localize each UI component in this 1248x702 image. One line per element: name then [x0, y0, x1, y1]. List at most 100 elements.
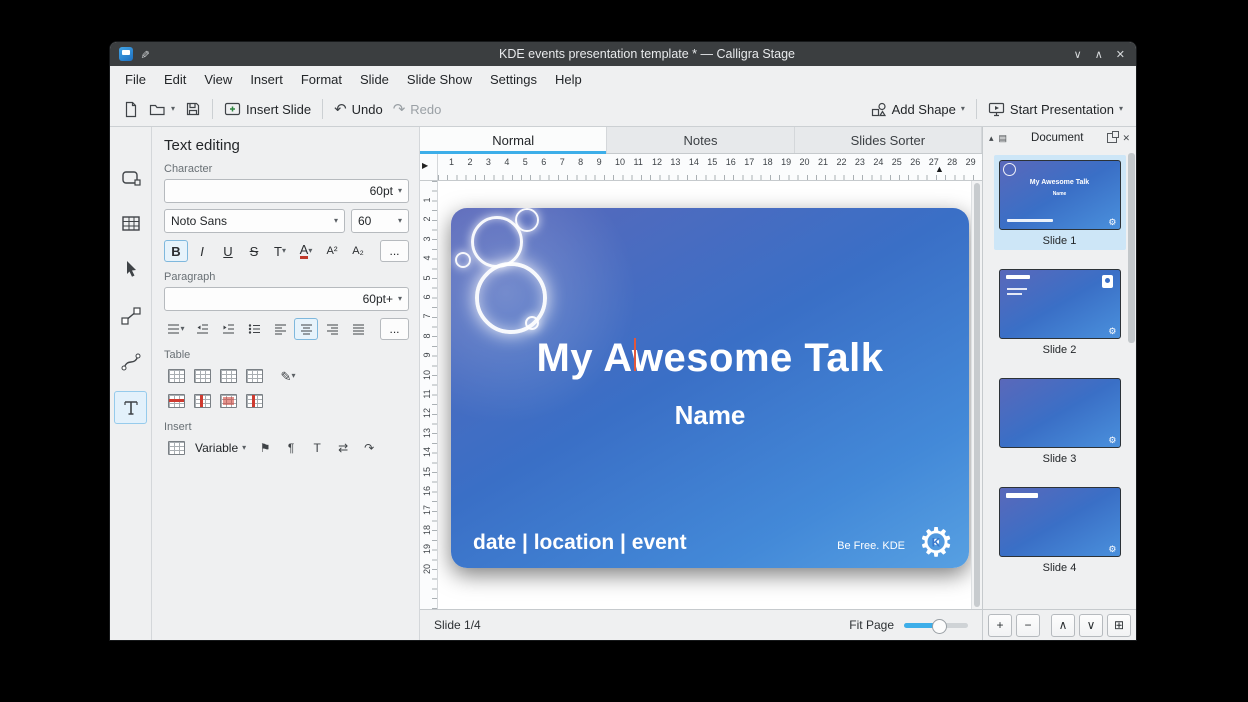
horizontal-ruler[interactable]: ▲ 12345678910111213141516171819202122232… [438, 154, 982, 180]
align-center-button[interactable] [294, 318, 318, 340]
insert-table-button[interactable] [164, 365, 188, 387]
insert-text-button[interactable]: T [305, 437, 329, 459]
scrollbar-thumb[interactable] [974, 183, 980, 607]
insert-link-button[interactable]: ↷ [357, 437, 381, 459]
menu-item-edit[interactable]: Edit [155, 68, 195, 91]
character-style-combo[interactable]: 60pt ▾ [164, 179, 409, 203]
decrease-indent-button[interactable] [190, 318, 214, 340]
move-slide-up-button[interactable]: ∧ [1051, 614, 1075, 637]
open-document-button[interactable]: ▾ [144, 98, 180, 121]
underline-button[interactable]: U [216, 240, 240, 262]
maximize-button[interactable]: ∧ [1095, 48, 1103, 61]
menu-item-insert[interactable]: Insert [241, 68, 292, 91]
close-docker-icon[interactable]: ✕ [1122, 134, 1130, 143]
align-left-button[interactable] [268, 318, 292, 340]
subscript-button[interactable]: A₂ [346, 240, 370, 262]
paragraph-style-combo[interactable]: 60pt+ ▾ [164, 287, 409, 311]
slide-thumbnail-2[interactable]: ⚙Slide 2 [994, 264, 1126, 359]
slide-thumbnail-4[interactable]: ⚙Slide 4 [994, 482, 1126, 577]
insert-row-below-button[interactable] [216, 365, 240, 387]
align-right-button[interactable] [320, 318, 344, 340]
zoom-slider[interactable] [904, 623, 968, 628]
insert-page-break-button[interactable]: ¶ [279, 437, 303, 459]
view-mode-button[interactable]: ⊞ [1107, 614, 1131, 637]
insert-slide-button[interactable]: Insert Slide [219, 98, 316, 121]
font-family-combo[interactable]: Noto Sans ▾ [164, 209, 345, 233]
minimize-button[interactable]: ∨ [1074, 48, 1082, 61]
thumbnail-title-bar [1006, 275, 1030, 279]
text-style-button[interactable]: T▾ [268, 240, 292, 262]
slide-subtitle-text[interactable]: Name [451, 400, 969, 431]
list-format-button[interactable] [242, 318, 266, 340]
slide-footer-text[interactable]: date | location | event [473, 531, 687, 555]
text-tool-button[interactable] [114, 391, 147, 424]
slide-thumbnail-3[interactable]: ⚙Slide 3 [994, 373, 1126, 468]
collapse-icon[interactable]: ▴ [989, 134, 994, 143]
slide-canvas[interactable]: My Awesome Talk Name date | location | e… [438, 181, 971, 609]
close-button[interactable]: ✕ [1116, 48, 1125, 61]
character-more-button[interactable]: ... [380, 240, 409, 262]
strikethrough-button[interactable]: S [242, 240, 266, 262]
titlebar[interactable]: ✎ KDE events presentation template * — C… [110, 42, 1136, 66]
slide-thumbnail-1[interactable]: My Awesome TalkName⚙Slide 1 [994, 155, 1126, 250]
tab-slides-sorter[interactable]: Slides Sorter [795, 127, 982, 153]
zoom-mode-label[interactable]: Fit Page [849, 618, 894, 632]
canvas-vertical-scrollbar[interactable] [971, 181, 982, 609]
save-button[interactable] [180, 97, 206, 121]
paragraph-more-button[interactable]: ... [380, 318, 409, 340]
slide-page[interactable]: My Awesome Talk Name date | location | e… [451, 208, 969, 568]
tab-normal[interactable]: Normal [420, 127, 607, 153]
zoom-slider-handle[interactable] [932, 619, 947, 634]
menu-item-view[interactable]: View [195, 68, 241, 91]
menu-item-help[interactable]: Help [546, 68, 591, 91]
vertical-ruler[interactable]: 1234567891011121314151617181920 [420, 181, 438, 609]
font-size-combo[interactable]: 60 ▾ [351, 209, 409, 233]
tab-notes[interactable]: Notes [607, 127, 794, 153]
selection-tool-button[interactable] [114, 253, 147, 286]
table-tool-icon [121, 215, 141, 232]
shape-tool-button[interactable] [114, 161, 147, 194]
delete-column-button[interactable] [190, 390, 214, 412]
redo-icon: ↷ [393, 102, 406, 117]
menu-item-slide[interactable]: Slide [351, 68, 398, 91]
insert-column-button[interactable] [242, 365, 266, 387]
increase-indent-button[interactable] [216, 318, 240, 340]
menu-item-slide-show[interactable]: Slide Show [398, 68, 481, 91]
float-docker-icon[interactable] [1107, 133, 1117, 143]
remove-slide-button[interactable]: − [1016, 614, 1040, 637]
italic-button[interactable]: I [190, 240, 214, 262]
table-border-pen-button[interactable]: ✎▾ [276, 365, 300, 387]
docker-scrollbar[interactable] [1128, 153, 1135, 343]
split-cells-button[interactable] [242, 390, 266, 412]
insert-frame-button[interactable] [164, 437, 188, 459]
text-frame-icon [168, 441, 185, 455]
insert-row-above-button[interactable] [190, 365, 214, 387]
connector-tool-button[interactable] [114, 299, 147, 332]
merge-cells-button[interactable] [216, 390, 240, 412]
swap-direction-button[interactable]: ⇄ [331, 437, 355, 459]
slide-title-text[interactable]: My Awesome Talk [451, 336, 969, 381]
add-slide-button[interactable]: + [988, 614, 1012, 637]
bold-button[interactable]: B [164, 240, 188, 262]
start-presentation-button[interactable]: Start Presentation ▾ [983, 98, 1128, 121]
superscript-button[interactable]: A² [320, 240, 344, 262]
undo-button[interactable]: ↶ Undo [329, 98, 388, 121]
menu-item-settings[interactable]: Settings [481, 68, 546, 91]
menu-item-file[interactable]: File [116, 68, 155, 91]
delete-row-button[interactable] [164, 390, 188, 412]
move-slide-down-button[interactable]: ∨ [1079, 614, 1103, 637]
text-color-button[interactable]: A▾ [294, 240, 318, 262]
line-spacing-button[interactable]: ▾ [164, 318, 188, 340]
new-document-button[interactable] [118, 97, 144, 122]
path-tool-button[interactable] [114, 345, 147, 378]
menu-item-format[interactable]: Format [292, 68, 351, 91]
insert-variable-combo[interactable]: Variable ▾ [190, 437, 251, 459]
table-tool-button[interactable] [114, 207, 147, 240]
bubble-decoration [455, 252, 471, 268]
align-justify-button[interactable] [346, 318, 370, 340]
insert-bookmark-button[interactable]: ⚑ [253, 437, 277, 459]
open-recent-dropdown-icon[interactable]: ▾ [171, 105, 175, 113]
redo-button[interactable]: ↷ Redo [388, 98, 447, 121]
add-shape-button[interactable]: Add Shape ▾ [866, 98, 970, 121]
split-cells-icon [246, 394, 263, 408]
